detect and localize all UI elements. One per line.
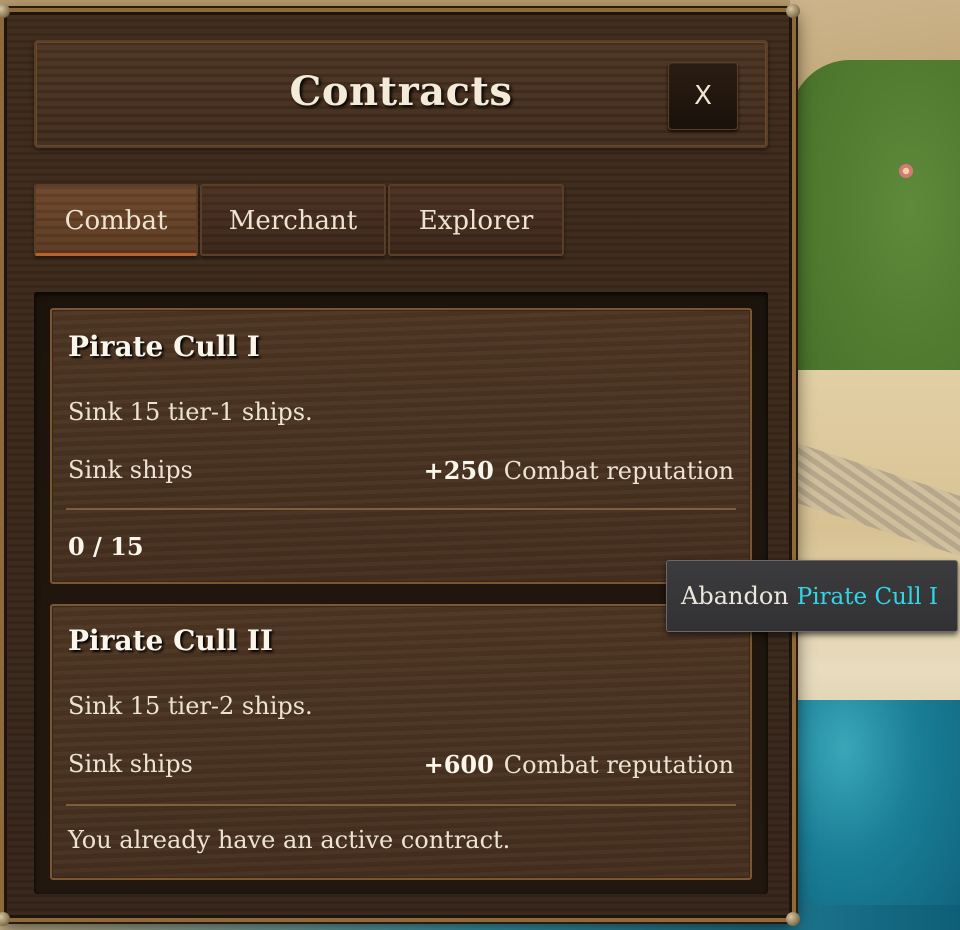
reward-label: Combat reputation <box>503 751 734 779</box>
contract-reward: +250 Combat reputation <box>424 456 734 485</box>
close-button[interactable]: X <box>668 62 738 130</box>
tab-explorer[interactable]: Explorer <box>388 184 564 256</box>
contract-title: Pirate Cull I <box>68 330 260 363</box>
contract-reward: +600 Combat reputation <box>424 750 734 779</box>
tooltip-target: Pirate Cull I <box>796 584 938 610</box>
frame-bolt-icon <box>0 4 10 18</box>
contracts-list: Pirate Cull I Sink 15 tier-1 ships. Sink… <box>34 292 768 894</box>
contract-title: Pirate Cull II <box>68 624 273 657</box>
contract-card[interactable]: Pirate Cull I Sink 15 tier-1 ships. Sink… <box>50 308 752 584</box>
map-flower-icon <box>899 164 913 178</box>
tab-merchant[interactable]: Merchant <box>200 184 386 256</box>
map-sea <box>790 700 960 930</box>
frame-bolt-icon <box>786 4 800 18</box>
tooltip-action: Abandon <box>681 582 789 610</box>
reward-amount: +250 <box>423 456 494 485</box>
window-title: Contracts <box>289 68 513 115</box>
contract-status-message: You already have an active contract. <box>68 826 511 854</box>
reward-amount: +600 <box>423 750 494 779</box>
contract-card[interactable]: Pirate Cull II Sink 15 tier-2 ships. Sin… <box>50 604 752 880</box>
contract-objective: Sink ships <box>68 456 193 484</box>
contracts-window: Contracts X Combat Merchant Explorer Pir… <box>0 4 800 926</box>
card-divider <box>66 804 736 806</box>
contract-description: Sink 15 tier-1 ships. <box>68 398 313 426</box>
tab-combat[interactable]: Combat <box>34 184 198 256</box>
reward-label: Combat reputation <box>503 457 734 485</box>
window-header: Contracts X <box>34 40 768 148</box>
contract-description: Sink 15 tier-2 ships. <box>68 692 313 720</box>
frame-bolt-icon <box>786 912 800 926</box>
abandon-tooltip[interactable]: Abandon Pirate Cull I <box>666 560 958 632</box>
contract-progress: 0 / 15 <box>68 532 144 561</box>
card-divider <box>66 508 736 510</box>
contract-objective: Sink ships <box>68 750 193 778</box>
